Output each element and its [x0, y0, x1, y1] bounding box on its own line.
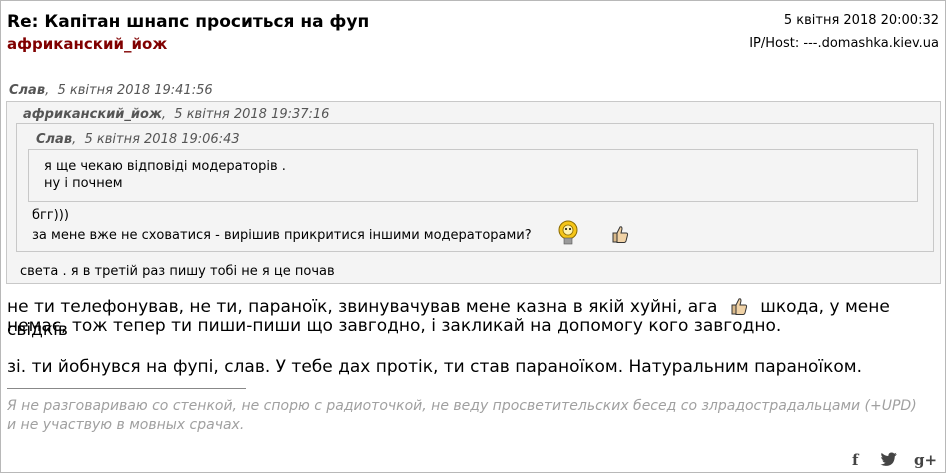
post-author[interactable]: африканский_йож	[7, 35, 167, 53]
facebook-icon[interactable]: f	[852, 451, 858, 469]
quote-header-level3: Слав, 5 квітня 2018 19:06:43	[36, 132, 240, 147]
signature-divider	[7, 388, 246, 389]
post-title: Re: Капітан шнапс проситься на фуп	[7, 12, 370, 32]
signature-line: и не участвую в мовных срачах.	[7, 417, 245, 433]
post-body-line: зі. ти йобнувся на фупі, слав. У тебе да…	[7, 357, 863, 377]
quote-author: Слав	[36, 132, 73, 147]
quote-date: 5 квітня 2018 19:37:16	[174, 107, 330, 122]
quote-header-level1: Слав, 5 квітня 2018 19:41:56	[9, 83, 213, 98]
quote-author: Слав	[9, 83, 46, 98]
quote-text-line: за мене вже не сховатися - вирішив прикр…	[32, 228, 532, 243]
quote-date: 5 квітня 2018 19:06:43	[84, 132, 240, 147]
thumbs-up-icon	[729, 296, 749, 316]
quote-text-line: света . я в третій раз пишу тобі не я це…	[20, 264, 335, 279]
post-body-text: не ти телефонував, не ти, параноїк, звин…	[7, 297, 718, 317]
twitter-icon[interactable]	[880, 452, 898, 471]
quote-block-level3	[28, 149, 918, 202]
quote-header-level2: африканский_йож, 5 квітня 2018 19:37:16	[23, 107, 330, 122]
quote-date: 5 квітня 2018 19:41:56	[57, 83, 213, 98]
thumbs-up-icon	[610, 224, 630, 244]
forum-post: Re: Капітан шнапс проситься на фуп африк…	[0, 0, 946, 473]
lightbulb-smiley-icon	[556, 220, 580, 246]
quote-text-line: я ще чекаю відповіді модераторів .	[44, 159, 286, 174]
quote-text-line: ну і почнем	[44, 176, 123, 191]
post-date: 5 квітня 2018 20:00:32	[783, 13, 939, 28]
google-plus-icon[interactable]: g+	[914, 451, 937, 469]
post-body-line: немає, тож тепер ти пиши-пиши що завгодн…	[7, 316, 782, 336]
post-iphost: IP/Host: ---.domashka.kiev.ua	[749, 36, 939, 51]
quote-author: африканский_йож	[23, 107, 162, 122]
signature: Я не разговариваю со стенкой, не спорю с…	[7, 397, 917, 435]
signature-line: Я не разговариваю со стенкой, не спорю с…	[7, 398, 917, 414]
quote-text-line: бгг)))	[32, 208, 69, 223]
